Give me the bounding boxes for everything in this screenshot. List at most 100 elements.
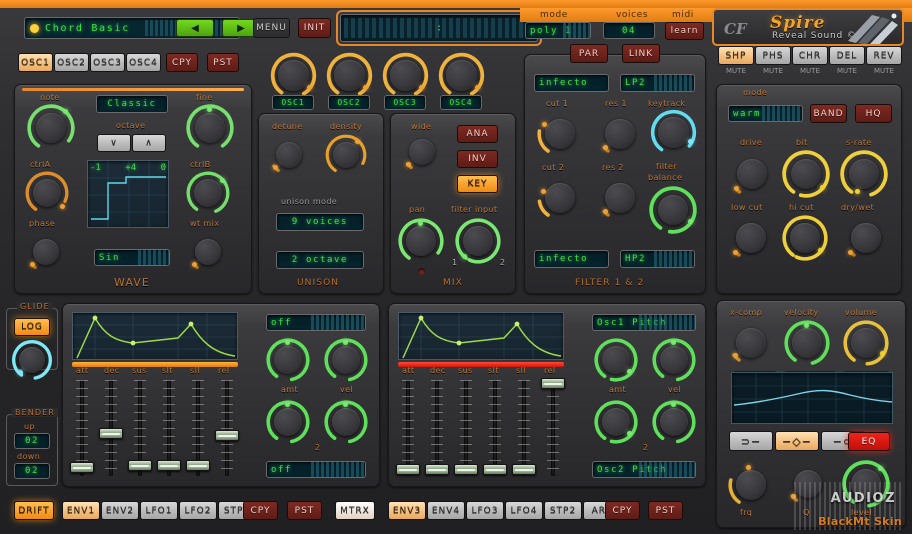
filter-link-button[interactable]: LINK (622, 44, 660, 63)
unison-octave-display[interactable]: 2 octave (276, 251, 364, 269)
footer-right-paste[interactable]: PST (648, 501, 683, 520)
footer-tab-env2[interactable]: ENV2 (101, 501, 139, 520)
slider-handle[interactable] (128, 460, 152, 471)
ctrlb-knob[interactable] (186, 171, 230, 215)
velocity-knob[interactable] (784, 320, 830, 366)
slider-handle[interactable] (186, 460, 210, 471)
env-right-amt-knob[interactable] (594, 338, 638, 382)
ctrla-knob[interactable] (25, 171, 69, 215)
footer-tab-stp2[interactable]: STP2 (544, 501, 582, 520)
eq-curve-display[interactable] (731, 372, 893, 424)
slider-handle[interactable] (454, 464, 478, 475)
env-right-slider-sus[interactable] (454, 380, 478, 476)
footer-tab-lfo2[interactable]: LFO2 (179, 501, 217, 520)
menu-button[interactable]: MENU (253, 18, 290, 38)
slider-handle[interactable] (215, 430, 239, 441)
env-right-slider-slt[interactable] (483, 380, 507, 476)
midi-learn-button[interactable]: learn (665, 22, 704, 40)
osc4-level-knob[interactable] (438, 52, 485, 99)
hq-button[interactable]: HQ (855, 104, 892, 123)
env-left-slider-sus[interactable] (128, 380, 152, 476)
filter2-slope-display[interactable]: HP2 (620, 250, 695, 268)
fx-tab-del[interactable]: DEL (829, 46, 865, 65)
env-left-slider-att[interactable] (70, 380, 94, 476)
env-left-amt2-knob[interactable] (266, 400, 310, 444)
osc-copy-button[interactable]: CPY (166, 53, 198, 72)
env-right-slider-rel[interactable] (541, 378, 565, 476)
env-right-amt2-knob[interactable] (594, 400, 638, 444)
osc1-level-knob[interactable] (270, 52, 317, 99)
filter-par-button[interactable]: PAR (570, 44, 608, 63)
shaper-mode-display[interactable]: warm (728, 105, 803, 122)
keytrack-knob[interactable] (650, 109, 697, 156)
osc-tab-4[interactable]: OSC4 (126, 53, 161, 72)
xcomp-knob[interactable] (728, 320, 774, 366)
eq-level-knob[interactable] (842, 460, 890, 508)
lowcut-knob[interactable] (728, 215, 774, 261)
mode-value-display[interactable]: poly 1 (525, 22, 591, 39)
octave-up-button[interactable]: ∧ (132, 134, 166, 152)
footer-tab-lfo3[interactable]: LFO3 (466, 501, 504, 520)
env-right-vel-knob[interactable] (652, 338, 696, 382)
fx-tab-chr[interactable]: CHR (792, 46, 828, 65)
slider-handle[interactable] (483, 464, 507, 475)
slider-handle[interactable] (512, 464, 536, 475)
note-knob[interactable] (27, 104, 75, 152)
bender-down-value[interactable]: 02 (14, 463, 50, 479)
drywet-knob[interactable] (843, 215, 889, 261)
main-display[interactable]: : (340, 14, 538, 42)
fx-tab-phs[interactable]: PHS (755, 46, 791, 65)
density-knob[interactable] (325, 134, 367, 176)
slider-handle[interactable] (99, 428, 123, 439)
fx-tab-shp[interactable]: SHP (718, 46, 754, 65)
glide-mode-button[interactable]: LOG (14, 318, 50, 336)
bit-knob[interactable] (782, 150, 830, 198)
filter1-type-display[interactable]: infecto (534, 74, 609, 92)
res1-knob[interactable] (597, 111, 643, 157)
slider-handle[interactable] (157, 460, 181, 471)
env-left-vel-knob[interactable] (324, 338, 368, 382)
env-left-slider-slt[interactable] (157, 380, 181, 476)
fx-tab-rev[interactable]: REV (866, 46, 902, 65)
footer-left-copy[interactable]: CPY (243, 501, 278, 520)
octave-down-button[interactable]: ∨ (97, 134, 131, 152)
slider-handle[interactable] (396, 464, 420, 475)
wide-knob[interactable] (401, 131, 443, 173)
osc-tab-1[interactable]: OSC1 (18, 53, 53, 72)
footer-tab-env3[interactable]: ENV3 (388, 501, 426, 520)
unison-voices-display[interactable]: 9 voices (276, 213, 364, 231)
osc3-level-knob[interactable] (382, 52, 429, 99)
env-left-dest-top[interactable]: off (266, 314, 366, 331)
hicut-knob[interactable] (782, 215, 828, 261)
filter-balance-knob[interactable] (649, 186, 697, 234)
preset-prev-button[interactable]: ◀ (176, 19, 214, 37)
eq-shape-low-button[interactable]: ⊃− (729, 431, 773, 451)
osc2-level-knob[interactable] (326, 52, 373, 99)
pan-knob[interactable] (398, 218, 444, 264)
drift-button[interactable]: DRIFT (14, 501, 54, 520)
env-left-slider-sll[interactable] (186, 380, 210, 476)
env-right-vel2-knob[interactable] (652, 400, 696, 444)
wtmix-knob[interactable] (187, 231, 229, 273)
inv-button[interactable]: INV (457, 150, 498, 168)
ana-button[interactable]: ANA (457, 125, 498, 143)
init-button[interactable]: INIT (298, 18, 331, 38)
key-button[interactable]: KEY (457, 175, 498, 193)
glide-knob[interactable] (11, 339, 53, 381)
cut1-knob[interactable] (537, 111, 583, 157)
filter1-slope-display[interactable]: LP2 (620, 74, 695, 92)
detune-knob[interactable] (268, 134, 310, 176)
res2-knob[interactable] (597, 175, 643, 221)
env-right-dest-top[interactable]: Osc1 Pitch (592, 314, 696, 331)
fine-knob[interactable] (186, 104, 234, 152)
eq-q-knob[interactable] (786, 462, 830, 506)
osc-tab-2[interactable]: OSC2 (54, 53, 89, 72)
slider-handle[interactable] (425, 464, 449, 475)
env-left-graph[interactable] (72, 312, 238, 360)
filter2-type-display[interactable]: infecto (534, 250, 609, 268)
footer-tab-lfo4[interactable]: LFO4 (505, 501, 543, 520)
matrix-button[interactable]: MTRX (335, 501, 375, 520)
footer-tab-env1[interactable]: ENV1 (62, 501, 100, 520)
band-button[interactable]: BAND (810, 104, 847, 123)
env-left-amt-knob[interactable] (266, 338, 310, 382)
